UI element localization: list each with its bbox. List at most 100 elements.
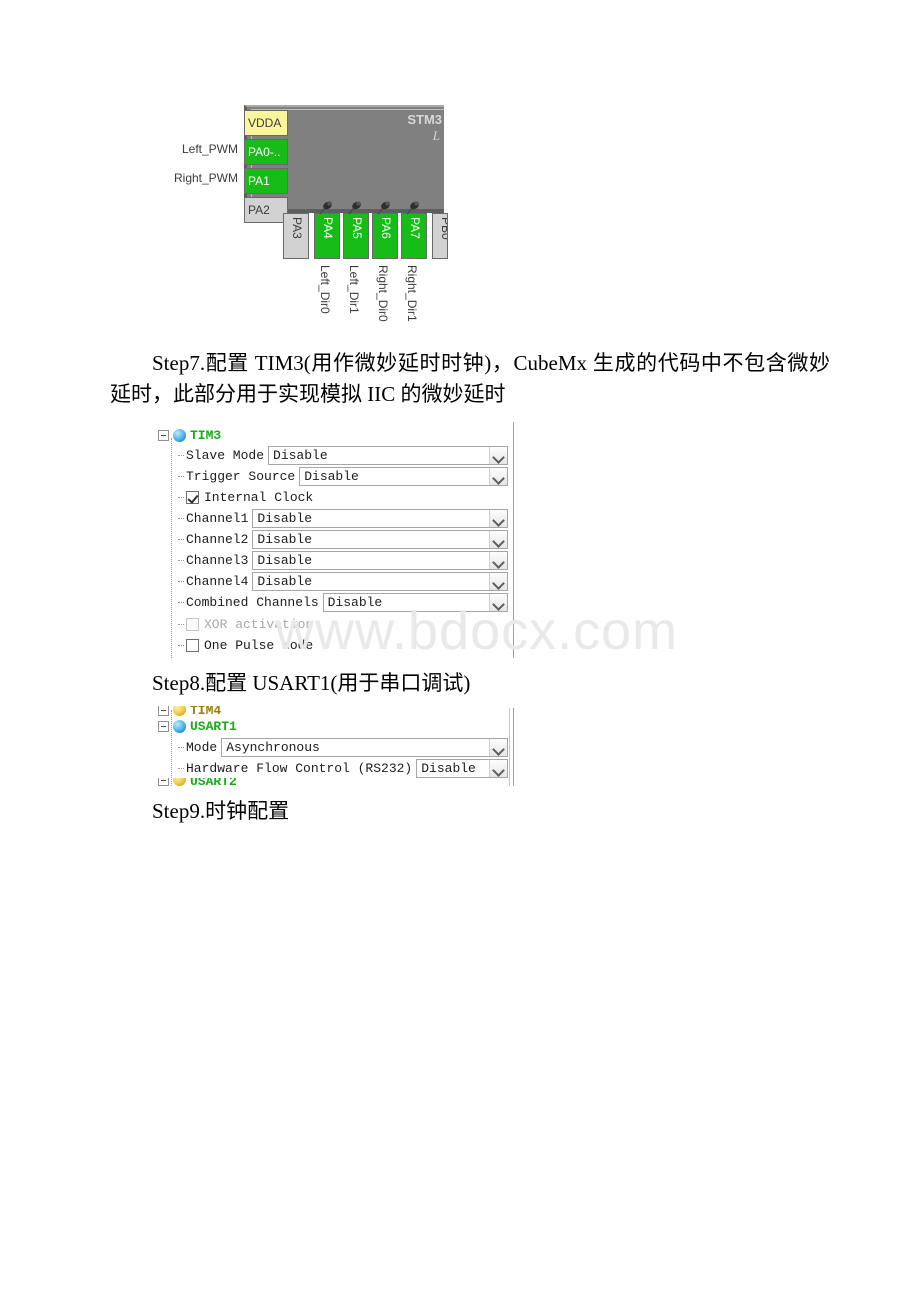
chevron-down-icon[interactable] [489,572,507,590]
usart1-flow-control-select[interactable]: Disable [416,758,508,778]
channel3-label: Channel3 [186,552,249,568]
panel-border-right [513,422,514,658]
xor-activation-checkbox [186,617,199,631]
trigger-source-select[interactable]: Disable [299,466,508,486]
pin-pa0-signal-label: Left_PWM [181,142,238,156]
usart1-flow-control-label: Hardware Flow Control (RS232) [186,760,413,776]
usart1-mode-select[interactable]: Asynchronous [221,737,508,757]
tree-tee-icon [178,635,186,655]
pushpin-icon [319,201,332,215]
tree-tee-icon [178,529,186,549]
row-usart1-mode: Mode Asynchronous [178,737,508,757]
document-page: www.bdocx.com STM3 L VDDA PA0-.. PA1 PA2… [0,0,920,1302]
panel-border-right [513,708,514,786]
pin-pa0-label: PA0-.. [248,145,281,159]
pin-vdda[interactable]: VDDA [244,110,288,136]
chevron-down-icon[interactable] [489,509,507,527]
peripheral-status-icon [173,706,186,716]
row-channel1: Channel1 Disable [178,508,508,528]
tree-tee-icon [178,466,186,486]
chevron-down-icon[interactable] [489,759,507,777]
pushpin-icon [406,201,419,215]
slave-mode-label: Slave Mode [186,447,265,463]
step7-paragraph: Step7.配置 TIM3(用作微妙延时时钟)，CubeMx 生成的代码中不包含… [110,351,830,406]
pin-pa3[interactable]: PA3 [283,213,309,259]
pin-pa6-label: PA6 [379,217,393,239]
tree-tee-icon [178,758,186,778]
pin-pa4[interactable]: PA4 [314,213,340,259]
chevron-down-icon[interactable] [489,446,507,464]
xor-activation-label: XOR activation [204,616,314,632]
channel1-select[interactable]: Disable [252,508,508,528]
row-channel4: Channel4 Disable [178,571,508,591]
chevron-down-icon[interactable] [489,593,507,611]
usart1-flow-control-value: Disable [421,760,476,776]
channel1-value: Disable [257,510,313,526]
chevron-down-icon[interactable] [489,551,507,569]
chip-part-sublabel: L [432,128,440,143]
usart2-tree-node-clipped[interactable]: USART2 [158,778,237,786]
tree-tee-icon [178,737,186,757]
pin-pa1-signal-label: Right_PWM [173,171,238,185]
row-combined-channels: Combined Channels Disable [178,592,508,612]
row-channel2: Channel2 Disable [178,529,508,549]
usart1-tree-node[interactable]: USART1 [158,717,237,735]
slave-mode-select[interactable]: Disable [268,445,508,465]
pin-pa7-signal-label: Right_Dir1 [405,265,419,322]
combined-channels-select[interactable]: Disable [322,592,508,612]
usart2-node-label: USART2 [190,778,237,786]
channel3-select[interactable]: Disable [252,550,508,570]
pin-pa2[interactable]: PA2 [244,197,288,223]
internal-clock-label: Internal Clock [204,489,314,505]
chip-part-label: STM3 [407,112,442,127]
row-trigger-source: Trigger Source Disable [178,466,508,486]
pushpin-icon [348,201,361,215]
tree-tee-icon [178,550,186,570]
pin-pa4-label: PA4 [321,217,335,239]
tree-tee-icon [178,592,186,612]
channel2-label: Channel2 [186,531,249,547]
collapse-expander-icon[interactable] [158,429,169,441]
usart1-config-panel: TIM4 USART1 Mode Asynchronous Hardware F… [158,706,514,786]
slave-mode-value: Disable [273,447,328,463]
tim3-tree-node[interactable]: TIM3 [158,426,221,444]
chevron-down-icon[interactable] [489,530,507,548]
pin-vdda-label: VDDA [248,116,282,130]
collapse-expander-icon[interactable] [158,778,169,786]
tree-tee-icon [178,487,186,507]
row-internal-clock: Internal Clock [178,487,313,507]
pin-pa2-label: PA2 [248,203,270,217]
pin-pa1[interactable]: PA1 [244,168,288,194]
one-pulse-mode-checkbox[interactable] [186,638,199,652]
channel4-select[interactable]: Disable [252,571,508,591]
channel4-label: Channel4 [186,573,249,589]
trigger-source-value: Disable [304,468,359,484]
tim3-config-panel: TIM3 Slave Mode Disable Trigger Source D… [158,422,514,658]
trigger-source-label: Trigger Source [186,468,296,484]
row-usart1-flow-control: Hardware Flow Control (RS232) Disable [178,758,508,778]
row-xor-activation: XOR activation [178,614,313,634]
collapse-expander-icon[interactable] [158,720,169,732]
internal-clock-checkbox[interactable] [186,490,199,504]
pin-pa6-signal-label: Right_Dir0 [376,265,390,322]
tim4-node-label: TIM4 [190,706,222,716]
pin-pa1-label: PA1 [248,174,270,188]
peripheral-status-icon [173,719,186,733]
pin-pb0[interactable]: PB0 [432,213,448,259]
chevron-down-icon[interactable] [489,738,507,756]
peripheral-status-icon [173,778,186,786]
tree-tee-icon [178,571,186,591]
tim4-tree-node-clipped[interactable]: TIM4 [158,706,221,716]
panel-border-right-inner [509,708,510,786]
channel3-value: Disable [257,552,313,568]
pin-pa6[interactable]: PA6 [372,213,398,259]
tree-tee-icon [178,445,186,465]
pin-pa5[interactable]: PA5 [343,213,369,259]
pin-pa0[interactable]: PA0-.. [244,139,288,165]
chevron-down-icon[interactable] [489,467,507,485]
collapse-expander-icon[interactable] [158,706,169,716]
pin-pa7[interactable]: PA7 [401,213,427,259]
channel2-select[interactable]: Disable [252,529,508,549]
one-pulse-mode-label: One Pulse Mode [204,637,314,653]
pin-pb0-label: PB0 [439,217,448,240]
